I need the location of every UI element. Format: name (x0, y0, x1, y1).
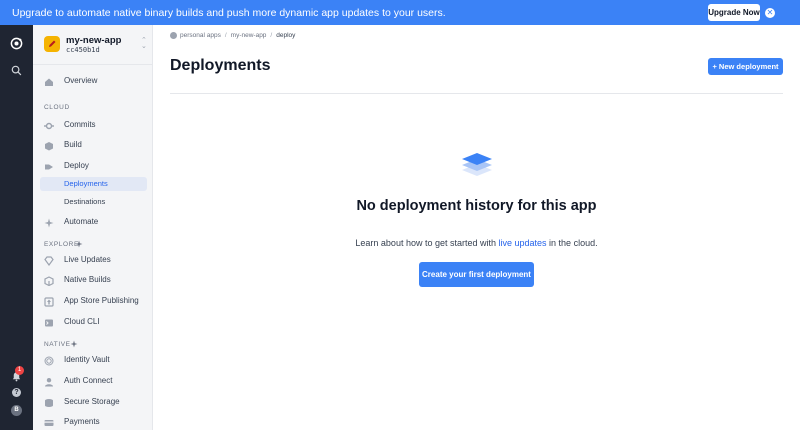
sidebar-item-payments[interactable]: Payments (33, 415, 153, 430)
sidebar-item-deployments[interactable]: Deployments (40, 177, 147, 191)
create-first-deployment-button[interactable]: Create your first deployment (419, 262, 534, 287)
sidebar-item-native-builds[interactable]: Native Builds (33, 273, 153, 289)
help-icon[interactable]: ? (12, 388, 21, 397)
breadcrumb-separator: / (224, 32, 227, 39)
sparkle-icon (44, 218, 54, 228)
database-icon (45, 399, 53, 407)
user-icon (45, 378, 53, 387)
notification-badge: 1 (15, 366, 24, 375)
upload-icon (44, 297, 54, 307)
divider (170, 93, 783, 94)
home-icon (45, 78, 53, 86)
live-updates-link[interactable]: live updates (499, 238, 547, 248)
upgrade-banner: Upgrade to automate native binary builds… (0, 0, 800, 25)
sidebar-item-cloud-cli[interactable]: Cloud CLI (33, 315, 153, 331)
sparkle-icon (70, 340, 78, 348)
breadcrumb: personal apps / my-new-app / deploy (170, 32, 295, 39)
avatar[interactable]: B (11, 405, 22, 416)
sidebar-item-secure-storage[interactable]: Secure Storage (33, 395, 153, 411)
sidebar-item-live-updates[interactable]: Live Updates (33, 253, 153, 269)
cube-icon (44, 276, 54, 286)
banner-text: Upgrade to automate native binary builds… (12, 6, 446, 19)
deploy-icon (45, 164, 53, 170)
card-icon (44, 420, 54, 426)
upgrade-now-button[interactable]: Upgrade Now (708, 4, 760, 21)
sidebar-item-deploy[interactable]: Deploy (33, 159, 153, 175)
sidebar-item-auth-connect[interactable]: Auth Connect (33, 374, 153, 390)
section-explore: EXPLORE (44, 241, 79, 248)
pencil-icon (49, 40, 56, 47)
search-icon[interactable] (11, 65, 22, 76)
sidebar: my-new-app cc450b1d ⌃ ⌄ Overview CLOUD C… (33, 25, 153, 430)
terminal-icon (45, 319, 53, 327)
app-switcher[interactable]: my-new-app cc450b1d ⌃ ⌄ (33, 25, 153, 65)
sidebar-item-automate[interactable]: Automate (33, 215, 153, 231)
app-name: my-new-app (66, 35, 122, 46)
breadcrumb-current: deploy (276, 32, 296, 39)
fingerprint-icon (44, 356, 54, 366)
empty-state-title: No deployment history for this app (356, 198, 597, 214)
box-icon (45, 142, 53, 151)
empty-state-description: Learn about how to get started with live… (355, 238, 598, 248)
commit-icon (44, 122, 54, 130)
sidebar-item-app-store-publishing[interactable]: App Store Publishing (33, 294, 153, 310)
page-title: Deployments (170, 57, 271, 74)
sidebar-item-identity-vault[interactable]: Identity Vault (33, 353, 153, 369)
breadcrumb-item[interactable]: my-new-app (231, 32, 267, 39)
app-id: cc450b1d (66, 46, 100, 54)
close-icon[interactable]: ✕ (765, 8, 775, 18)
diamond-icon (44, 256, 54, 266)
section-cloud: CLOUD (44, 104, 70, 111)
sidebar-item-overview[interactable]: Overview (33, 74, 153, 90)
sparkle-icon (75, 240, 83, 248)
chevron-updown-icon[interactable]: ⌃ ⌄ (141, 37, 147, 50)
icon-rail: 1 ? B (0, 25, 33, 430)
app-icon (44, 36, 60, 52)
layers-icon (462, 153, 492, 176)
new-deployment-button[interactable]: + New deployment (708, 58, 783, 75)
user-circle-icon (170, 32, 177, 39)
breadcrumb-item[interactable]: personal apps (180, 32, 221, 39)
sidebar-item-build[interactable]: Build (33, 138, 153, 154)
section-native: NATIVE (44, 341, 71, 348)
sidebar-item-commits[interactable]: Commits (33, 118, 153, 134)
sidebar-item-destinations[interactable]: Destinations (40, 195, 147, 209)
breadcrumb-separator: / (270, 32, 273, 39)
ionic-logo-icon[interactable] (10, 37, 23, 50)
